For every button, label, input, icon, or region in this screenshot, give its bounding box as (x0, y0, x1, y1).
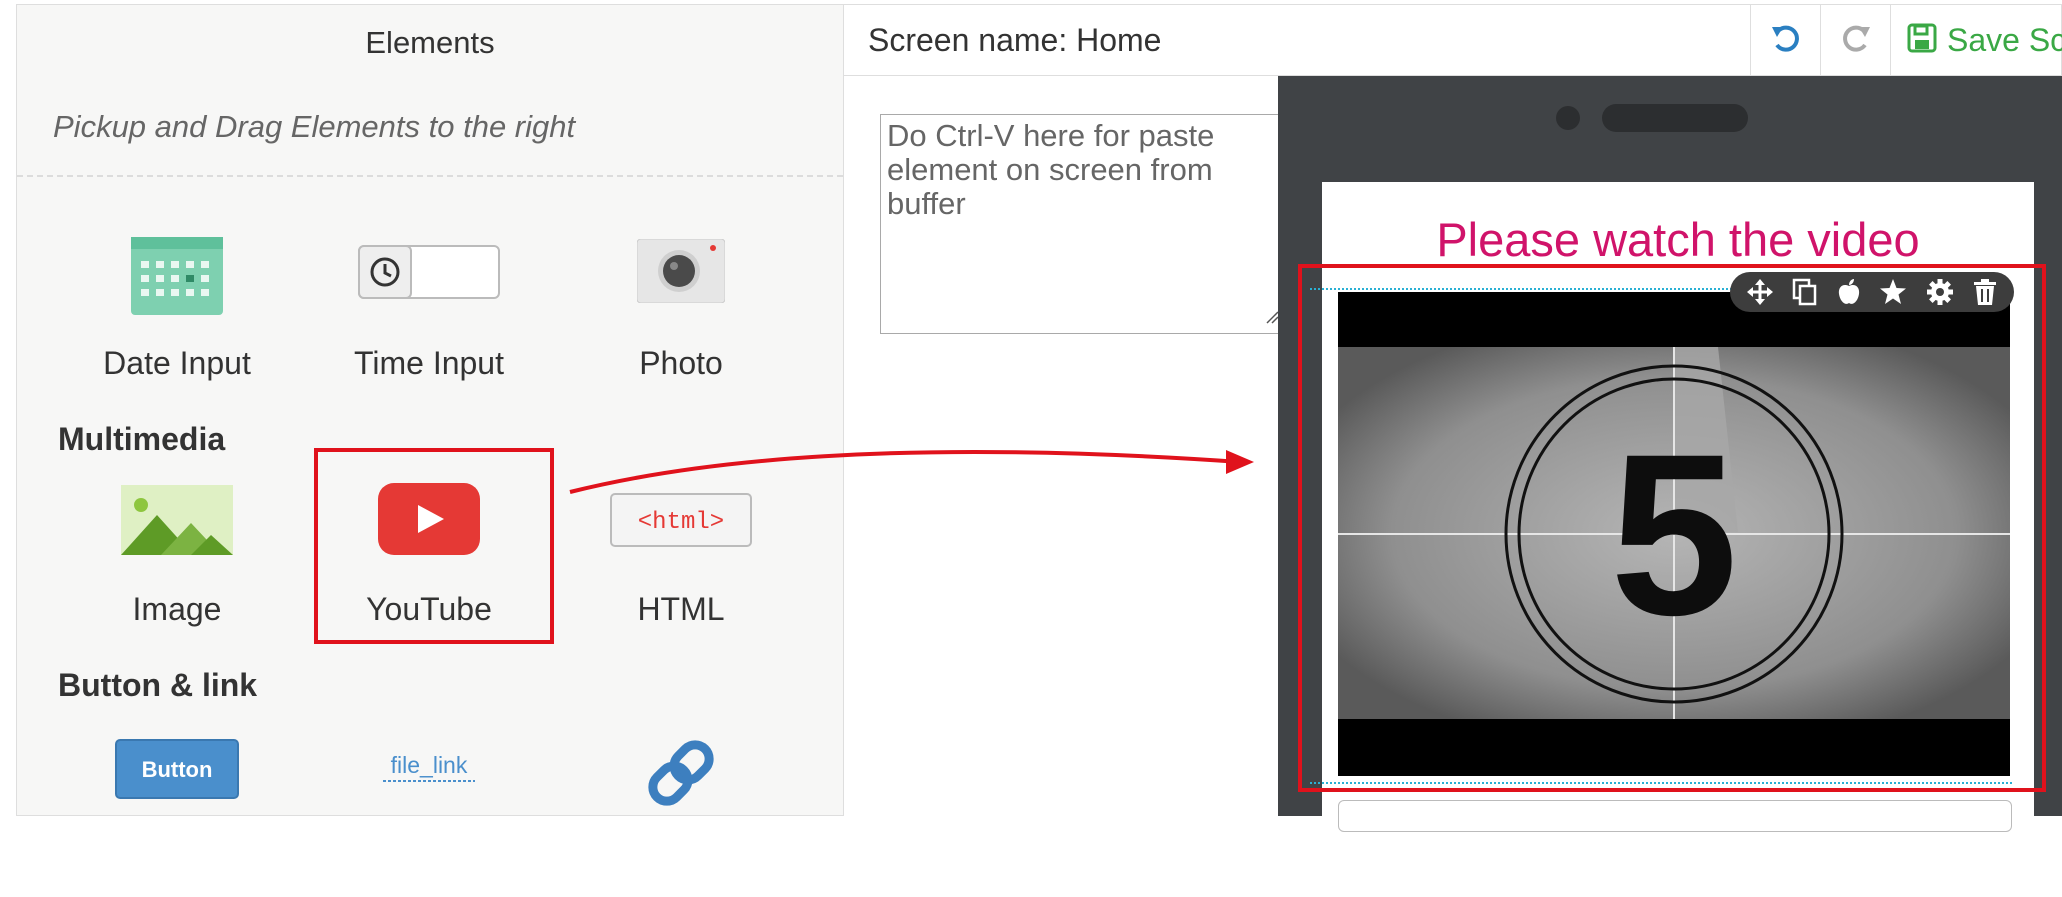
screen-toolbar: Screen name: Home Save Sc (844, 4, 2062, 76)
paste-buffer-textarea[interactable]: Do Ctrl-V here for paste element on scre… (880, 114, 1282, 334)
next-phone-element[interactable] (1338, 800, 2012, 832)
file-link-icon: file_link (379, 749, 479, 794)
image-icon (121, 485, 233, 560)
youtube-highlight-frame (314, 448, 554, 644)
element-label: Image (132, 591, 222, 627)
button-icon-text: Button (142, 757, 213, 782)
video-highlight-frame (1298, 264, 2046, 792)
element-date-input[interactable]: Date Input (77, 231, 277, 401)
element-photo[interactable]: Photo (581, 231, 781, 401)
save-icon (1907, 23, 1937, 58)
panel-title: Elements (365, 25, 495, 60)
element-button[interactable]: Button (77, 727, 277, 897)
element-label: Time Input (354, 345, 504, 381)
redo-button[interactable] (1820, 5, 1890, 76)
button-icon: Button (115, 739, 239, 804)
phone-camera (1556, 106, 1580, 130)
undo-icon (1769, 21, 1803, 60)
element-label: HTML (637, 591, 725, 627)
camera-icon (636, 238, 726, 308)
calendar-icon (131, 237, 223, 320)
chain-link-icon (641, 735, 721, 816)
element-label: Date Input (103, 345, 251, 381)
screen-name[interactable]: Screen name: Home (868, 22, 1161, 59)
section-multimedia: Multimedia (58, 421, 226, 457)
resize-grip-icon[interactable] (1265, 297, 1279, 331)
save-label: Save Sc (1947, 22, 2062, 58)
paste-placeholder: Do Ctrl-V here for paste element on scre… (887, 118, 1215, 221)
undo-button[interactable] (1750, 5, 1820, 76)
drag-arrow (569, 450, 1254, 494)
save-screen-button[interactable]: Save Sc (1890, 5, 2062, 76)
element-image[interactable]: Image (77, 477, 277, 647)
section-button-link: Button & link (58, 667, 258, 703)
clock-icon (358, 245, 500, 304)
panel-subtitle: Pickup and Drag Elements to the right (53, 109, 576, 144)
element-time-input[interactable]: Time Input (329, 231, 529, 401)
video-heading[interactable]: Please watch the video (1322, 212, 2034, 267)
phone-speaker (1602, 104, 1748, 132)
file-link-text: file_link (391, 752, 468, 778)
divider (17, 175, 843, 177)
element-link[interactable] (581, 727, 781, 897)
element-label: Photo (639, 345, 723, 381)
element-file-link[interactable]: file_link (329, 727, 529, 897)
redo-icon (1839, 21, 1873, 60)
elements-panel: Elements Pickup and Drag Elements to the… (16, 4, 844, 816)
